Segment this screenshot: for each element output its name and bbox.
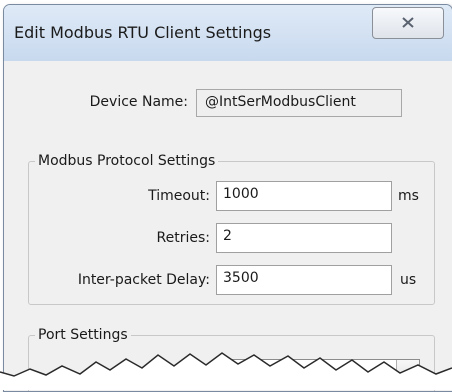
window-title: Edit Modbus RTU Client Settings [14,23,272,42]
dialog-window: Edit Modbus RTU Client Settings Device N… [3,4,452,392]
port-settings-legend: Port Settings [38,327,128,343]
title-bar: Edit Modbus RTU Client Settings [4,5,452,61]
baud-rate-dropdown-button[interactable] [396,360,419,388]
device-name-field: @IntSerModbusClient [196,89,402,117]
chevron-down-icon [403,371,413,377]
dialog-content: Device Name: @IntSerModbusClient Modbus … [10,61,442,391]
baud-rate-select[interactable]: 115 [216,359,420,389]
timeout-label: Timeout: [148,188,210,204]
retries-label: Retries: [156,230,210,246]
close-icon [402,17,414,28]
inter-packet-delay-label: Inter-packet Delay: [77,272,210,288]
retries-input[interactable]: 2 [216,223,392,253]
inter-packet-delay-input[interactable]: 3500 [216,265,392,295]
modbus-protocol-legend: Modbus Protocol Settings [38,153,216,169]
baud-rate-value: 115 [223,365,250,381]
close-button[interactable] [372,7,444,39]
timeout-input[interactable]: 1000 [216,181,392,211]
inter-packet-delay-unit: us [400,272,417,288]
timeout-unit: ms [398,188,419,204]
baud-rate-label: Baud Rate: [132,367,210,383]
device-name-label: Device Name: [89,94,188,110]
